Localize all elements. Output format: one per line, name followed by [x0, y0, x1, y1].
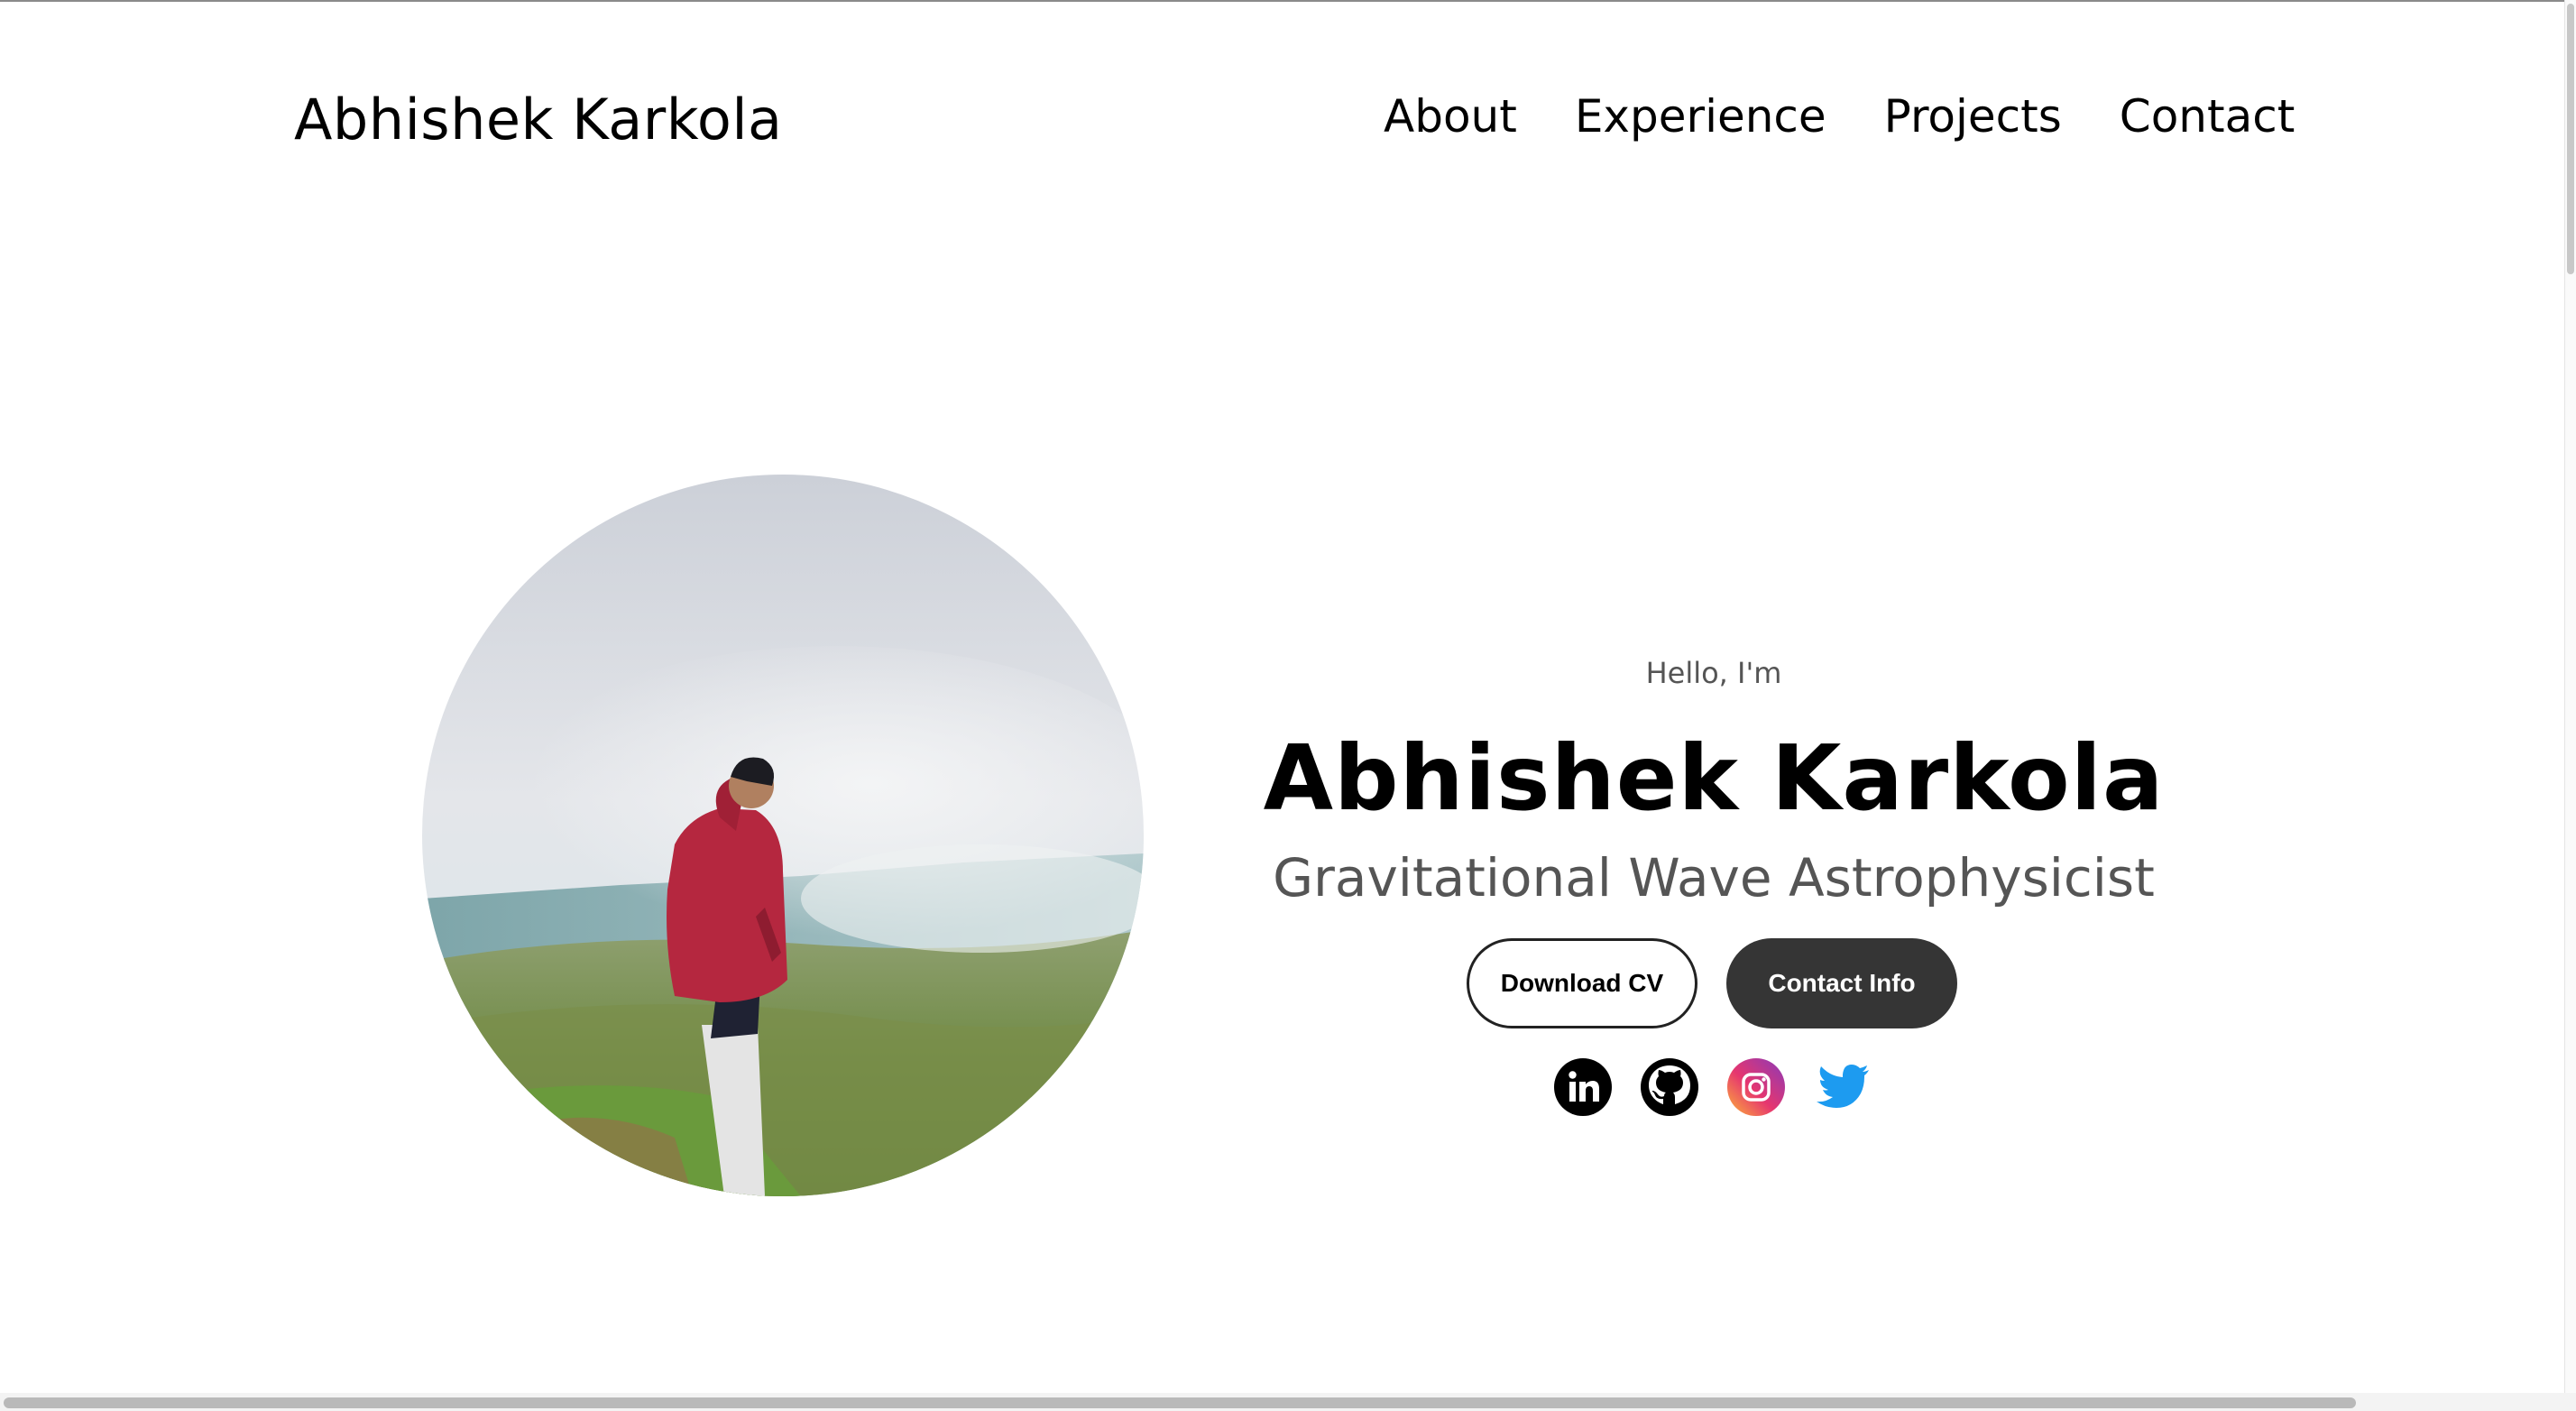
nav-contact[interactable]: Contact [2120, 90, 2295, 143]
hero-greeting: Hello, I'm [1645, 656, 1782, 690]
github-icon[interactable] [1640, 1057, 1699, 1117]
main-nav: About Experience Projects Contact [1384, 90, 2295, 143]
site-logo[interactable]: Abhishek Karkola [294, 87, 783, 152]
hero-buttons: Download CV Contact Info [1467, 938, 1957, 1028]
horizontal-scrollbar-thumb[interactable] [4, 1397, 2356, 1408]
download-cv-button[interactable]: Download CV [1467, 938, 1697, 1028]
linkedin-icon[interactable] [1553, 1057, 1613, 1117]
vertical-scrollbar-thumb[interactable] [2567, 4, 2574, 274]
twitter-icon[interactable] [1813, 1057, 1872, 1117]
hero-title: Gravitational Wave Astrophysicist [1273, 847, 2155, 908]
hero-name: Abhishek Karkola [1263, 725, 2165, 831]
hero-text: Hello, I'm Abhishek Karkola Gravitationa… [1245, 653, 2183, 909]
instagram-icon[interactable] [1726, 1057, 1786, 1117]
nav-about[interactable]: About [1384, 90, 1517, 143]
window-top-border [0, 0, 2576, 2]
nav-projects[interactable]: Projects [1884, 90, 2062, 143]
contact-info-button[interactable]: Contact Info [1726, 938, 1957, 1028]
vertical-scrollbar[interactable] [2564, 0, 2576, 1411]
nav-experience[interactable]: Experience [1575, 90, 1826, 143]
horizontal-scrollbar[interactable] [0, 1393, 2576, 1411]
profile-photo-illustration [422, 475, 1144, 1196]
social-links [1553, 1057, 1872, 1117]
profile-photo [422, 475, 1144, 1196]
